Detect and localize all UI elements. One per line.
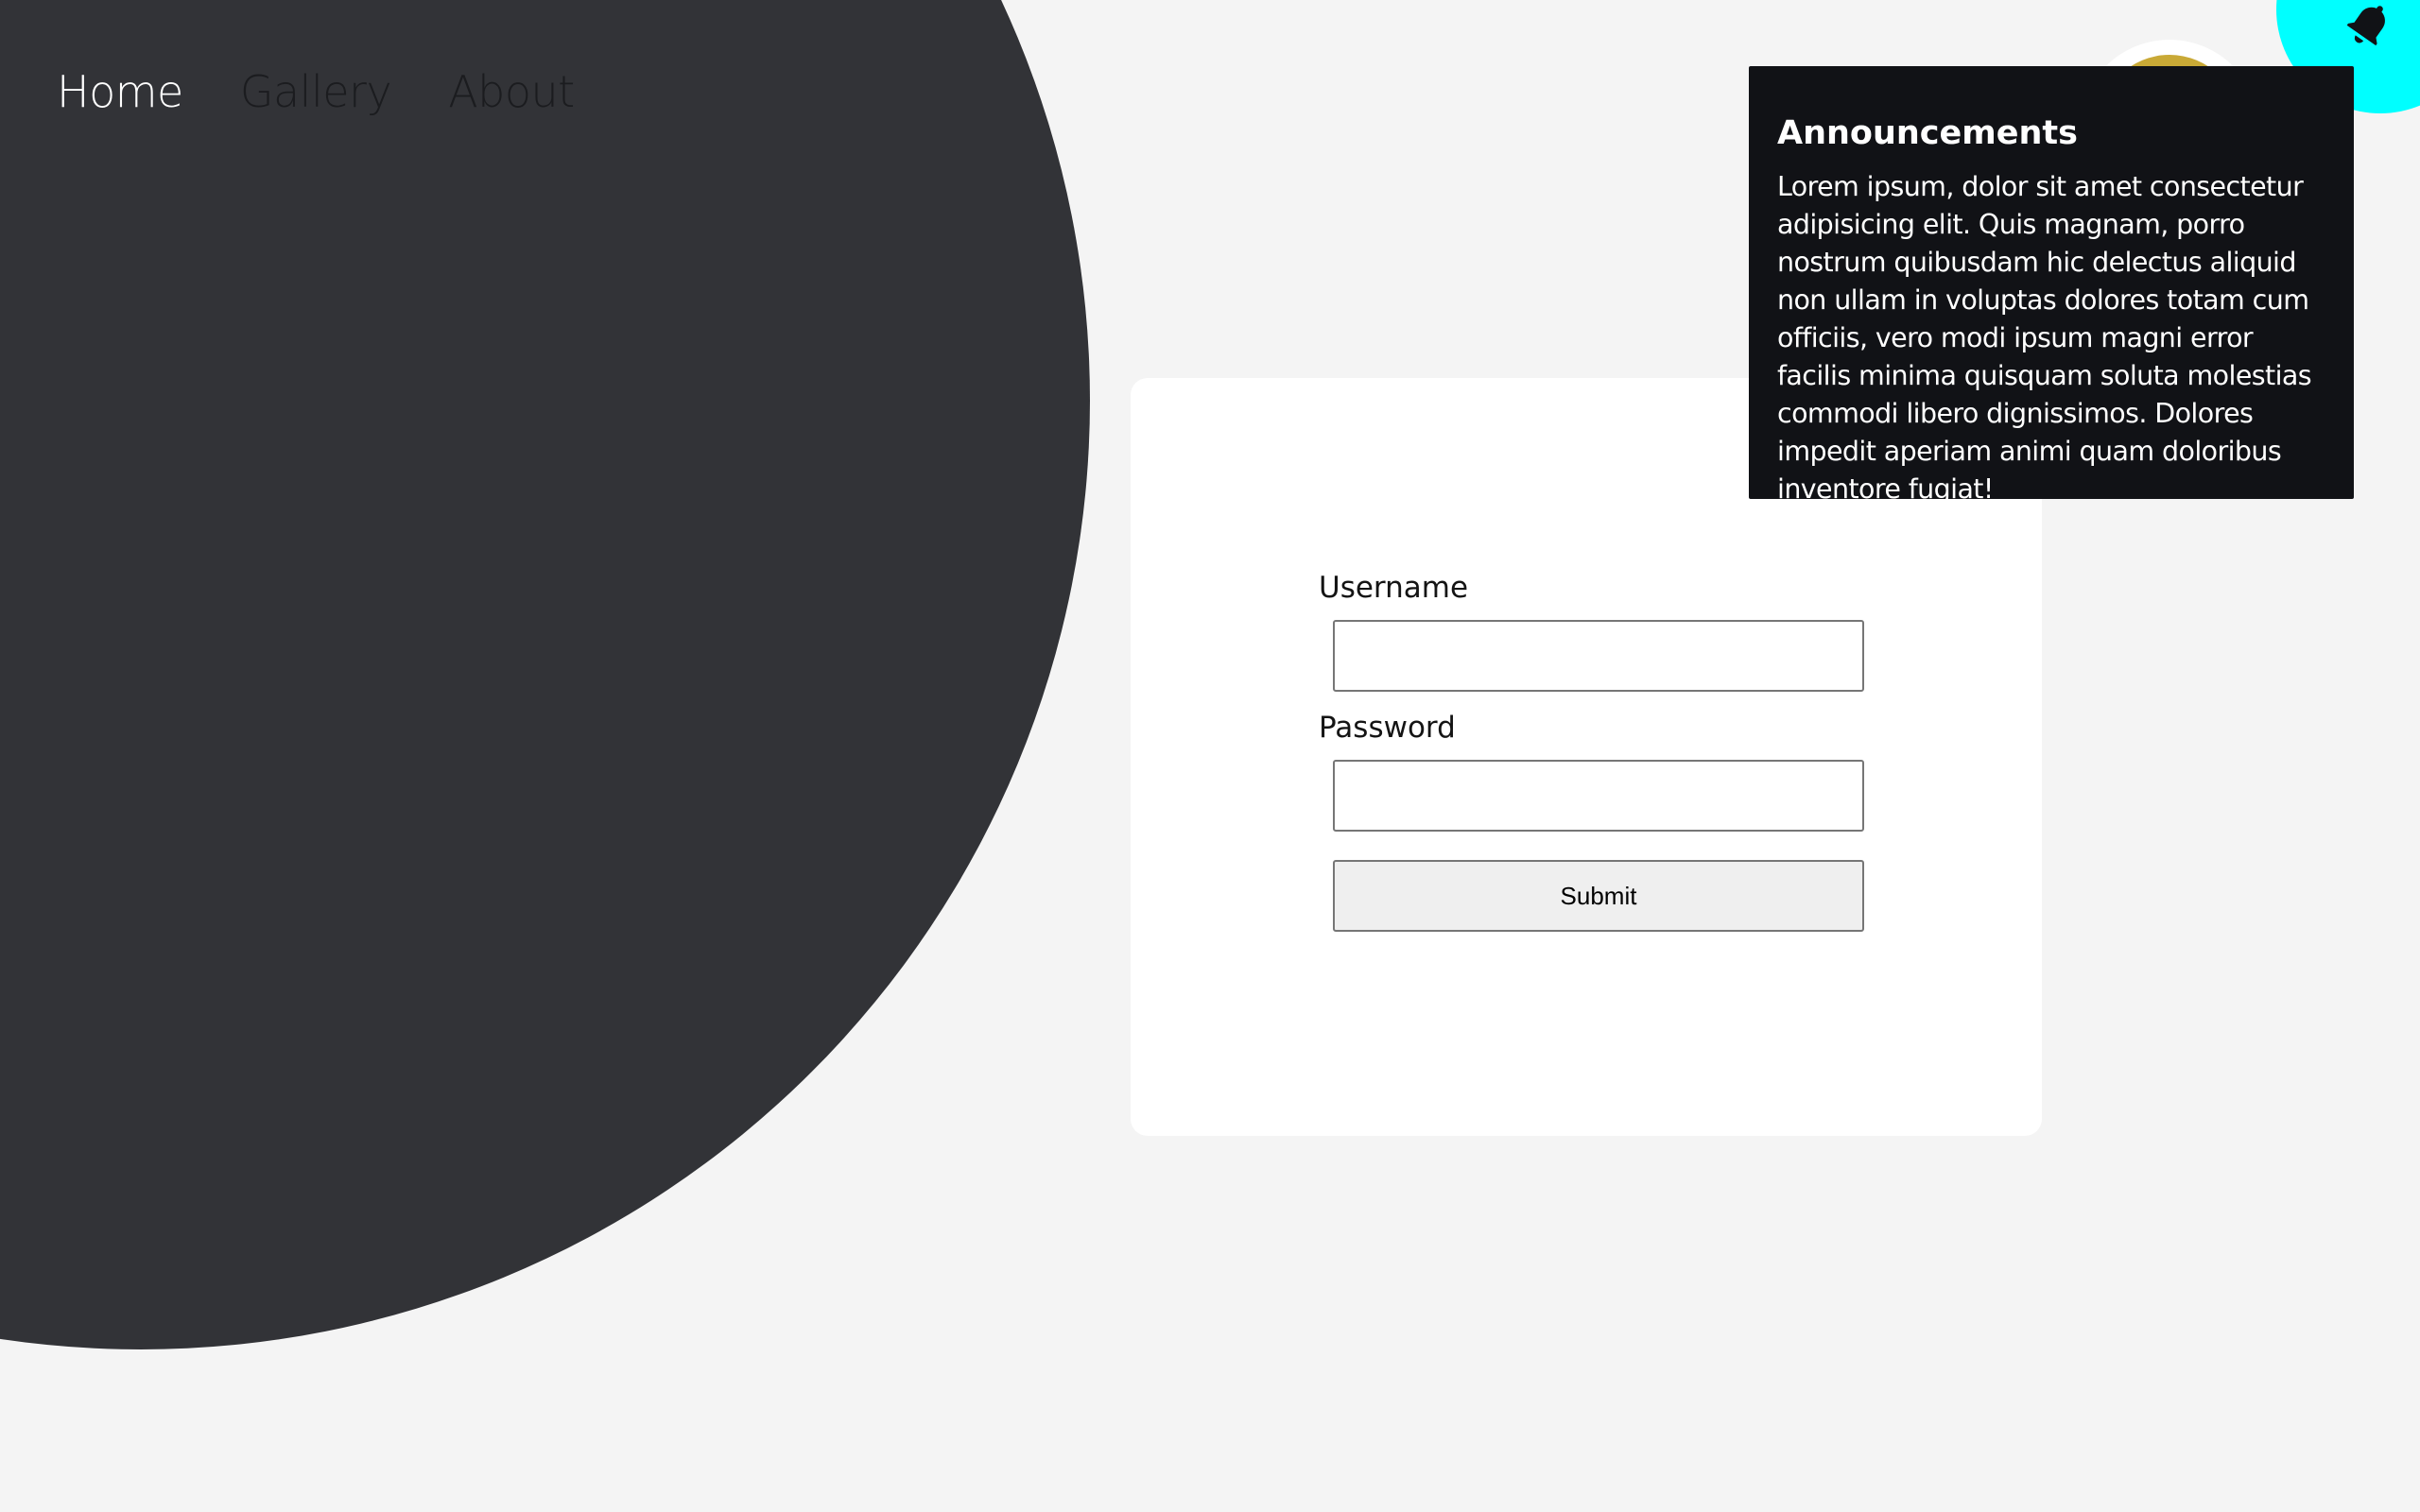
- nav-item-about[interactable]: About: [448, 66, 575, 117]
- nav-item-gallery[interactable]: Gallery: [240, 66, 392, 117]
- main-nav: Home Gallery About: [57, 66, 575, 117]
- announcements-popup: Announcements Lorem ipsum, dolor sit ame…: [1749, 66, 2354, 505]
- nav-item-home[interactable]: Home: [57, 66, 183, 117]
- announcements-title: Announcements: [1777, 114, 2078, 152]
- username-input[interactable]: [1333, 620, 1864, 692]
- password-label: Password: [1319, 711, 1456, 745]
- submit-button[interactable]: Submit: [1333, 860, 1864, 932]
- background-dark-circle: [0, 0, 1090, 1349]
- bell-icon[interactable]: [2342, 0, 2395, 51]
- password-input[interactable]: [1333, 760, 1864, 832]
- username-label: Username: [1319, 571, 1469, 605]
- page: Home Gallery About Username Password Sub…: [0, 0, 2420, 1512]
- announcements-body: Lorem ipsum, dolor sit amet consectetur …: [1777, 171, 2312, 505]
